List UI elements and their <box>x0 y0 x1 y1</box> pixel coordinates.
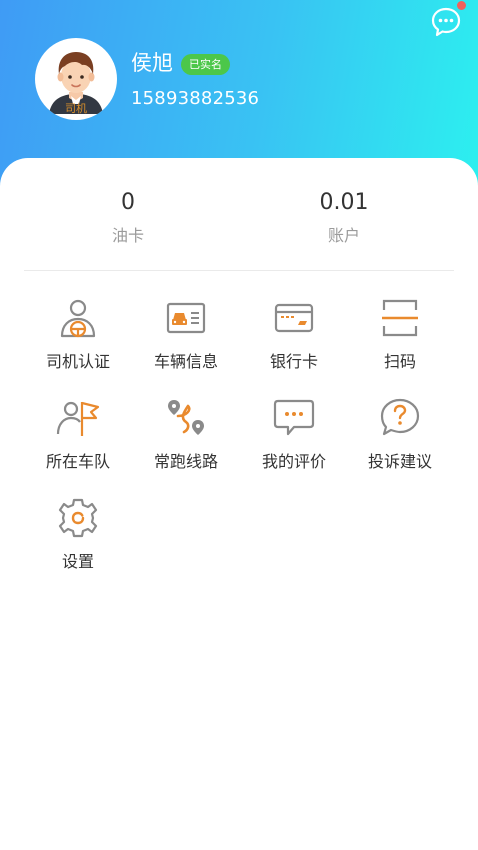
user-name: 侯旭 <box>131 51 173 75</box>
menu-item-complaints[interactable]: 投诉建议 <box>346 396 454 488</box>
avatar[interactable]: 司机 <box>35 38 117 120</box>
review-chat-icon <box>273 399 315 436</box>
question-bubble-icon <box>380 398 420 436</box>
account-value: 0.01 <box>319 190 369 215</box>
menu-item-routes[interactable]: 常跑线路 <box>132 396 240 488</box>
menu-label-scan: 扫码 <box>383 352 416 371</box>
menu-label-settings: 设置 <box>61 552 94 571</box>
menu-item-vehicle-info[interactable]: 车辆信息 <box>132 296 240 388</box>
menu-label-bank-card: 银行卡 <box>269 352 318 371</box>
menu-item-scan[interactable]: 扫码 <box>346 296 454 388</box>
menu-label-my-reviews: 我的评价 <box>261 452 326 471</box>
route-icon <box>168 400 204 435</box>
menu-label-fleet: 所在车队 <box>45 452 110 471</box>
menu-item-my-reviews[interactable]: 我的评价 <box>240 396 348 488</box>
menu-item-fleet[interactable]: 所在车队 <box>24 396 132 488</box>
fuel-card-label: 油卡 <box>111 226 144 245</box>
fuel-card-value: 0 <box>121 190 135 215</box>
vehicle-info-icon <box>166 302 206 334</box>
account-label: 账户 <box>327 226 360 245</box>
account-stat[interactable]: 0.01 账户 <box>264 190 424 246</box>
menu-item-settings[interactable]: 设置 <box>24 496 132 588</box>
menu-label-complaints: 投诉建议 <box>367 452 432 471</box>
menu-label-vehicle-info: 车辆信息 <box>153 352 218 371</box>
bank-card-icon <box>274 303 314 333</box>
menu-label-routes: 常跑线路 <box>153 452 218 471</box>
phone-number: 15893882536 <box>131 88 260 109</box>
notification-dot <box>457 1 466 10</box>
driver-cert-icon <box>60 299 96 338</box>
messages-icon[interactable] <box>430 6 462 38</box>
divider <box>24 270 454 271</box>
fleet-flag-icon <box>56 401 100 436</box>
verified-badge: 已实名 <box>181 54 230 75</box>
menu-label-driver-certification: 司机认证 <box>45 352 110 371</box>
menu-item-bank-card[interactable]: 银行卡 <box>240 296 348 388</box>
settings-gear-icon <box>58 498 98 538</box>
role-tag: 司机 <box>65 102 87 115</box>
menu-item-driver-certification[interactable]: 司机认证 <box>24 296 132 388</box>
fuel-card-stat[interactable]: 0 油卡 <box>48 190 208 246</box>
scan-icon <box>382 299 418 337</box>
